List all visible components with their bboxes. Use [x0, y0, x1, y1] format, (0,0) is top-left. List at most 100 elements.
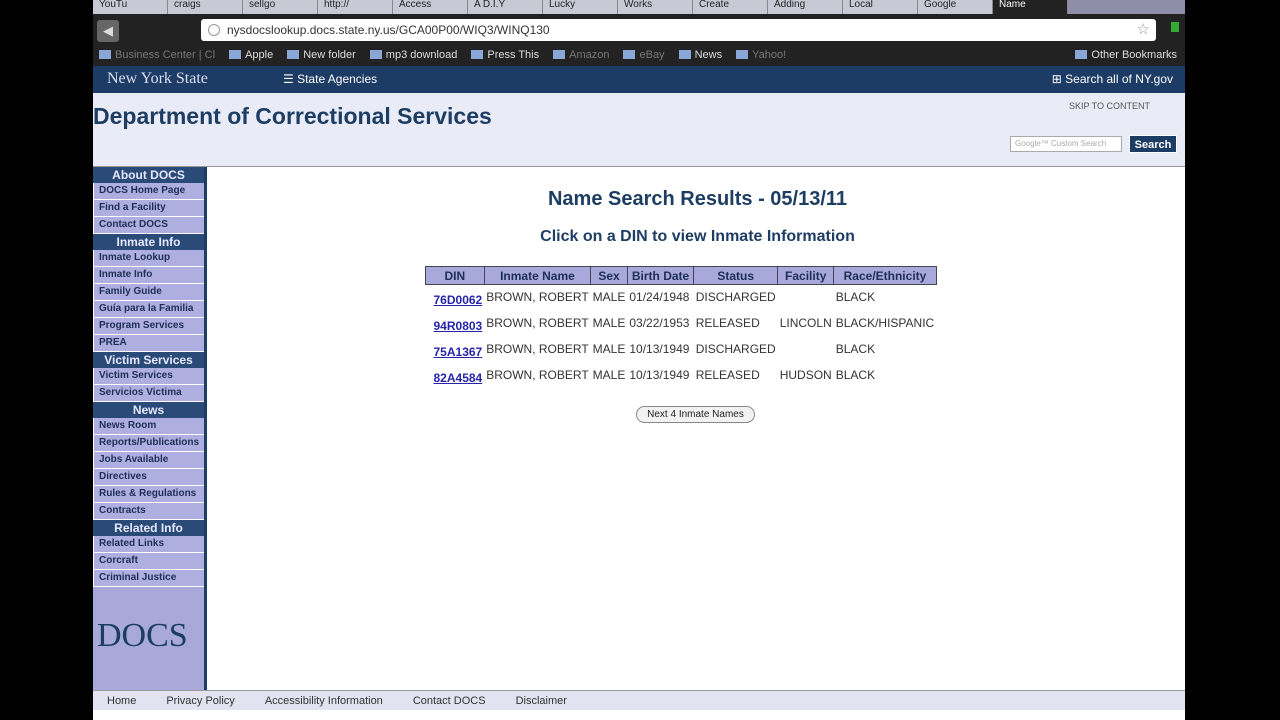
column-header: Inmate Name — [483, 266, 592, 285]
table-cell: BROWN, ROBERT — [486, 316, 589, 330]
table-cell — [778, 337, 834, 363]
browser-tab[interactable]: Create — [693, 0, 768, 14]
footer-link[interactable]: Disclaimer — [516, 695, 567, 707]
sidebar-link[interactable]: PREA — [93, 335, 204, 352]
sidebar-link[interactable]: Victim Services — [93, 368, 204, 385]
bookmark-item[interactable]: Business Center | Cl — [99, 49, 215, 61]
din-link[interactable]: 94R0803 — [428, 319, 483, 333]
search-nygov-link[interactable]: ⊞ Search all of NY.gov — [1052, 72, 1173, 86]
sidebar-heading: About DOCS — [93, 167, 204, 183]
sidebar-link[interactable]: Criminal Justice — [93, 570, 204, 587]
search-button[interactable]: Search — [1129, 135, 1177, 153]
sidebar-link[interactable]: Family Guide — [93, 284, 204, 301]
results-subtitle: Click on a DIN to view Inmate Informatio… — [540, 228, 855, 245]
sidebar-link[interactable]: DOCS Home Page — [93, 183, 204, 200]
column-header: Birth Date — [626, 266, 695, 285]
bookmark-item[interactable]: News — [678, 49, 723, 61]
sidebar-link[interactable]: Related Links — [93, 536, 204, 553]
globe-icon — [208, 24, 220, 36]
browser-tab[interactable]: Local — [843, 0, 918, 14]
browser-tab[interactable]: Adding — [768, 0, 843, 14]
table-cell: 01/24/1948 — [629, 290, 690, 305]
sidebar-link[interactable]: Program Services — [93, 318, 204, 335]
nys-banner: New York State ☰ State Agencies ⊞ Search… — [93, 66, 1185, 93]
table-cell — [778, 285, 834, 311]
table-cell: 94R0803 — [426, 311, 485, 337]
bookmark-label: Apple — [245, 49, 274, 61]
folder-icon — [623, 50, 636, 59]
table-cell: RELEASED — [695, 368, 760, 382]
search-input[interactable]: Google™ Custom Search — [1010, 136, 1122, 152]
other-bookmarks[interactable]: Other Bookmarks — [1075, 49, 1177, 61]
browser-tab[interactable]: Access — [393, 0, 468, 14]
web-page: New York State ☰ State Agencies ⊞ Search… — [93, 66, 1185, 720]
bookmark-item[interactable]: Apple — [229, 49, 273, 61]
sidebar-link[interactable]: Reports/Publications — [93, 435, 204, 452]
table-cell: BROWN, ROBERT — [486, 290, 589, 305]
back-button[interactable]: ◀ — [97, 20, 119, 42]
table-cell: MALE — [592, 290, 626, 305]
table-cell: BROWN, ROBERT — [486, 368, 589, 382]
results-title: Name Search Results - 05/13/11 — [547, 188, 848, 210]
footer-link[interactable]: Privacy Policy — [166, 695, 234, 707]
bookmark-item[interactable]: Amazon — [553, 49, 609, 61]
bookmark-item[interactable]: Yahoo! — [736, 49, 786, 61]
footer-link[interactable]: Accessibility Information — [265, 695, 383, 707]
next-inmates-button[interactable]: Next 4 Inmate Names — [636, 406, 755, 423]
sidebar-heading: Related Info — [93, 520, 204, 536]
sidebar-link[interactable]: Guía para la Familia — [93, 301, 204, 318]
din-link[interactable]: 82A4584 — [428, 371, 483, 385]
din-link[interactable]: 75A1367 — [428, 345, 483, 359]
bookmark-label: New folder — [303, 49, 356, 61]
table-cell: 10/13/1949 — [629, 368, 690, 382]
browser-tab[interactable]: Name — [993, 0, 1068, 14]
table-row: 75A1367 BROWN, ROBERT MALE 10/13/1949 DISCHA… — [426, 337, 937, 363]
browser-tab[interactable]: YouTu — [93, 0, 168, 14]
browser-tab[interactable]: Google — [918, 0, 993, 14]
browser-tab[interactable]: craigs — [168, 0, 243, 14]
din-link[interactable]: 76D0062 — [428, 293, 483, 307]
table-cell: HUDSON — [779, 368, 832, 382]
column-header: Sex — [590, 266, 628, 285]
skip-to-content-link[interactable]: SKIP TO CONTENT — [1069, 101, 1150, 111]
table-cell: MALE — [592, 368, 626, 382]
footer-link[interactable]: Contact DOCS — [413, 695, 486, 707]
bookmark-item[interactable]: New folder — [287, 49, 356, 61]
browser-tab[interactable]: sellgo — [243, 0, 318, 14]
table-cell: BROWN, ROBERT — [486, 342, 589, 356]
sidebar-link[interactable]: Contracts — [93, 503, 204, 520]
bookmark-star-icon[interactable]: ☆ — [1137, 19, 1150, 41]
nys-logo[interactable]: New York State — [107, 70, 208, 88]
footer-link[interactable]: Home — [107, 695, 136, 707]
extension-icon[interactable] — [1171, 22, 1179, 32]
sidebar-link[interactable]: Jobs Available — [93, 452, 204, 469]
browser-tab[interactable]: Lucky — [543, 0, 618, 14]
bookmark-item[interactable]: mp3 download — [369, 49, 457, 61]
sidebar-link[interactable]: News Room — [93, 418, 204, 435]
site-header: Department of Correctional Services SKIP… — [93, 93, 1185, 167]
bookmark-label: Press This — [487, 49, 540, 61]
table-cell: BLACK — [835, 290, 876, 305]
folder-icon — [553, 50, 566, 59]
browser-tab[interactable]: Works — [618, 0, 693, 14]
sidebar-link[interactable]: Contact DOCS — [93, 217, 204, 234]
sidebar-link[interactable]: Inmate Lookup — [93, 250, 204, 267]
browser-tab[interactable]: http:// — [318, 0, 393, 14]
sidebar-link[interactable]: Inmate Info — [93, 267, 204, 284]
sidebar-link[interactable]: Rules & Regulations — [93, 486, 204, 503]
bookmark-item[interactable]: Press This — [471, 49, 539, 61]
sidebar-link[interactable]: Corcraft — [93, 553, 204, 570]
folder-icon — [678, 50, 691, 59]
sidebar-link[interactable]: Servicios Victima — [93, 385, 204, 402]
address-bar[interactable]: nysdocslookup.docs.state.ny.us/GCA00P00/… — [201, 19, 1156, 41]
bookmark-item[interactable]: eBay — [623, 49, 665, 61]
bookmark-label: News — [694, 49, 723, 61]
browser-toolbar: ◀ nysdocslookup.docs.state.ny.us/GCA00P0… — [93, 14, 1185, 44]
folder-icon — [471, 50, 484, 59]
sidebar-link[interactable]: Find a Facility — [93, 200, 204, 217]
browser-tab[interactable]: A D.I.Y — [468, 0, 543, 14]
state-agencies-link[interactable]: ☰ State Agencies — [283, 72, 377, 86]
bookmark-label: Business Center | Cl — [115, 49, 216, 61]
sidebar-link[interactable]: Directives — [93, 469, 204, 486]
table-cell: BLACK — [835, 342, 876, 356]
